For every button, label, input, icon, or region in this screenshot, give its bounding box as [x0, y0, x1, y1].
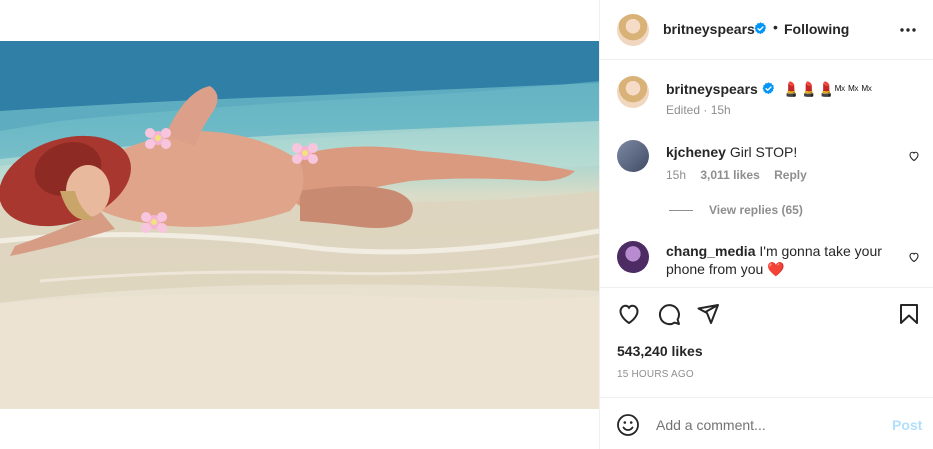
more-options-icon[interactable] — [898, 22, 918, 38]
post-action-bar — [600, 289, 933, 335]
caption-emojis: 💄💄💄 — [782, 81, 836, 97]
caption-username[interactable]: britneyspears — [666, 81, 758, 97]
comment-like-heart-icon[interactable] — [908, 150, 920, 162]
heart-emoji: ❤️ — [767, 261, 785, 277]
comment-composer: Post — [600, 397, 933, 449]
caption-text: ᴹˣ ᴹˣ ᴹˣ — [835, 83, 872, 97]
post-media-pane — [0, 0, 599, 449]
emoji-icon[interactable] — [616, 413, 640, 437]
likes-count[interactable]: 543,240 likes — [617, 343, 703, 359]
post-header: britneyspears • Following — [600, 0, 933, 60]
comment-likes[interactable]: 3,011 likes — [700, 168, 759, 182]
caption-meta: Edited · 15h — [666, 103, 731, 117]
comment-body: kjcheney Girl STOP! — [666, 143, 896, 161]
comment-text: Girl STOP! — [729, 144, 798, 160]
view-replies-button[interactable]: View replies (65) — [669, 203, 803, 217]
post-button[interactable]: Post — [892, 417, 922, 433]
comment-input[interactable] — [656, 414, 876, 436]
share-icon[interactable] — [696, 302, 720, 326]
verified-icon — [754, 22, 766, 35]
replies-divider — [669, 210, 693, 212]
heart-icon[interactable] — [617, 302, 641, 326]
view-replies-label: View replies (65) — [709, 203, 803, 217]
author-avatar[interactable] — [617, 14, 649, 46]
author-username[interactable]: britneyspears — [663, 21, 755, 37]
comment-body: chang_media I'm gonna take your phone fr… — [666, 242, 896, 278]
comment-meta: 15h 3,011 likes Reply — [666, 168, 818, 182]
caption-line: britneyspears 💄💄💄ᴹˣ ᴹˣ ᴹˣ — [666, 81, 872, 98]
verified-icon — [762, 82, 774, 95]
comment-like-heart-icon[interactable] — [908, 251, 920, 263]
commenter-username[interactable]: kjcheney — [666, 144, 726, 160]
commenter-avatar[interactable] — [617, 241, 649, 273]
post-details-panel: britneyspears • Following britneyspears … — [599, 0, 933, 449]
beach-photo — [0, 41, 599, 409]
comment-time: 15h — [666, 168, 687, 182]
separator-dot: • — [773, 19, 778, 35]
following-button[interactable]: Following — [784, 21, 849, 37]
commenter-username[interactable]: chang_media — [666, 243, 755, 259]
post-image[interactable] — [0, 41, 599, 409]
comment-icon[interactable] — [657, 302, 681, 326]
caption-author-avatar[interactable] — [617, 76, 649, 108]
commenter-avatar[interactable] — [617, 140, 649, 172]
bookmark-icon[interactable] — [897, 302, 921, 326]
post-timestamp[interactable]: 15 HOURS AGO — [617, 369, 694, 380]
comments-list[interactable]: britneyspears 💄💄💄ᴹˣ ᴹˣ ᴹˣ Edited · 15h k… — [600, 60, 933, 288]
reply-button[interactable]: Reply — [774, 168, 807, 182]
